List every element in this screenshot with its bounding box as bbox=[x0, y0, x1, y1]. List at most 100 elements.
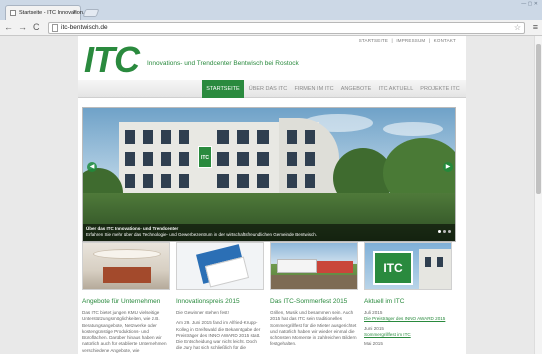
building-window bbox=[287, 152, 297, 166]
back-arrow-icon[interactable]: ← bbox=[4, 22, 13, 33]
close-tab-icon[interactable]: × bbox=[73, 7, 77, 18]
building-window bbox=[237, 152, 249, 166]
teaser-image[interactable] bbox=[270, 242, 358, 290]
building-window bbox=[179, 130, 189, 144]
ceiling-lights bbox=[93, 249, 161, 259]
top-link-separator: | bbox=[391, 38, 393, 43]
building-window bbox=[161, 174, 171, 188]
top-link-separator: | bbox=[428, 38, 431, 43]
building-window bbox=[287, 174, 297, 188]
festival-tent bbox=[277, 259, 317, 273]
building-window bbox=[237, 174, 249, 188]
building-window bbox=[257, 152, 269, 166]
top-link-startseite[interactable]: STARTSEITE bbox=[359, 38, 388, 43]
building-window bbox=[143, 174, 153, 188]
news-date: Mai 2015 bbox=[364, 341, 383, 347]
page-scrollbar[interactable] bbox=[534, 36, 542, 354]
browser-tab-strip: Startseite - ITC Innovation... × — ▢ ✕ bbox=[0, 0, 542, 20]
top-links: STARTSEITE | IMPRESSUM | KONTAKT bbox=[357, 38, 456, 43]
scrollbar-thumb[interactable] bbox=[536, 44, 541, 194]
nav-item-startseite[interactable]: STARTSEITE bbox=[202, 80, 244, 98]
itc-logo[interactable]: ITC bbox=[84, 42, 140, 78]
teaser-paragraph: Grillen, Musik und besammen sein. Auch 2… bbox=[270, 310, 357, 347]
teaser-paragraph: Die Gewinner stehen fest! bbox=[176, 310, 229, 315]
site-tagline: Innovations- und Trendcenter Bentwisch b… bbox=[147, 60, 299, 67]
teaser-title[interactable]: Innovationspreis 2015 bbox=[176, 298, 240, 305]
slider-dot[interactable] bbox=[443, 230, 446, 233]
teaser-image[interactable] bbox=[176, 242, 264, 290]
slider-dots bbox=[436, 220, 451, 238]
teaser-title[interactable]: Aktuell im ITC bbox=[364, 298, 404, 305]
building-window bbox=[179, 152, 189, 166]
browser-toolbar: ← → C itc-bentwisch.de ☆ ≡ bbox=[0, 20, 542, 36]
building-window bbox=[125, 152, 135, 166]
building-image bbox=[419, 249, 451, 289]
building-window bbox=[179, 174, 189, 188]
teaser-paragraph: Am 29. Juni 2015 fand im Alfried-Krupp-K… bbox=[176, 320, 261, 351]
cloud bbox=[383, 122, 443, 136]
slider-dot[interactable] bbox=[438, 230, 441, 233]
building-window bbox=[217, 152, 229, 166]
news-link[interactable]: Sommergrillfest im ITC bbox=[364, 332, 452, 338]
building-window bbox=[237, 130, 249, 144]
forward-arrow-icon[interactable]: → bbox=[18, 22, 27, 33]
top-link-kontakt[interactable]: KONTAKT bbox=[434, 38, 456, 43]
building-window bbox=[305, 174, 315, 188]
building-window bbox=[217, 130, 229, 144]
building-window bbox=[143, 130, 153, 144]
building-window bbox=[425, 257, 431, 267]
slider-caption: Über das ITC Innovations- und Trendcente… bbox=[83, 224, 455, 241]
building-window bbox=[257, 130, 269, 144]
slider-next-arrow-icon[interactable]: ▶ bbox=[443, 162, 453, 172]
building-window bbox=[437, 257, 443, 267]
hero-slider[interactable]: ITC ◀ ▶ Über das ITC Innovations- und Tr… bbox=[82, 107, 456, 242]
teaser-text: Das ITC bietet jungen KMU vielseitige Un… bbox=[82, 310, 170, 354]
building-window bbox=[287, 130, 297, 144]
url-text[interactable]: itc-bentwisch.de bbox=[61, 23, 108, 33]
building-window bbox=[217, 174, 229, 188]
nav-item-angebote[interactable]: ANGEBOTE bbox=[338, 80, 374, 98]
building-window bbox=[305, 130, 315, 144]
browser-tab[interactable]: Startseite - ITC Innovation... × bbox=[5, 5, 87, 20]
main-navigation: STARTSEITE ÜBER DAS ITC FIRMEN IM ITC AN… bbox=[78, 80, 466, 98]
crowd bbox=[271, 275, 357, 289]
building-window bbox=[161, 130, 171, 144]
top-link-impressum[interactable]: IMPRESSUM bbox=[396, 38, 425, 43]
address-bar[interactable]: itc-bentwisch.de ☆ bbox=[48, 22, 525, 34]
teaser-image[interactable] bbox=[82, 242, 170, 290]
itc-sign: ITC bbox=[373, 251, 413, 285]
festival-tent-red bbox=[317, 261, 353, 273]
teaser-image[interactable]: ITC bbox=[364, 242, 452, 290]
building-window bbox=[143, 152, 153, 166]
site-content: STARTSEITE | IMPRESSUM | KONTAKT ITC Inn… bbox=[78, 36, 466, 354]
teaser-title[interactable]: Angebote für Unternehmen bbox=[82, 298, 160, 305]
caption-text: Erfahren Sie mehr über das Technologie- … bbox=[86, 232, 318, 237]
building-window bbox=[125, 174, 135, 188]
nav-item-itc-aktuell[interactable]: ITC AKTUELL bbox=[376, 80, 416, 98]
menu-icon[interactable]: ≡ bbox=[533, 22, 538, 33]
teaser-text: Grillen, Musik und besammen sein. Auch 2… bbox=[270, 310, 358, 352]
tab-title: Startseite - ITC Innovation... bbox=[19, 10, 88, 16]
new-tab-button[interactable] bbox=[82, 9, 100, 17]
nav-item-projekte-itc[interactable]: PROJEKTE ITC bbox=[418, 80, 462, 98]
news-list: Juli 2015 Die Preisträger des INNO AWARD… bbox=[364, 310, 452, 347]
window-controls[interactable]: — ▢ ✕ bbox=[521, 1, 538, 7]
building-window bbox=[125, 130, 135, 144]
teaser-text: Die Gewinner stehen fest! Am 29. Juni 20… bbox=[176, 310, 264, 354]
slider-dot[interactable] bbox=[448, 230, 451, 233]
page-icon bbox=[10, 10, 16, 16]
news-link[interactable]: Die Preisträger des INNO AWARD 2015 bbox=[364, 316, 452, 322]
building-window bbox=[257, 174, 269, 188]
page-viewport: STARTSEITE | IMPRESSUM | KONTAKT ITC Inn… bbox=[0, 36, 542, 354]
teaser-paragraph: Das ITC bietet jungen KMU vielseitige Un… bbox=[82, 310, 167, 353]
bookmark-star-icon[interactable]: ☆ bbox=[514, 23, 521, 33]
building-window bbox=[161, 152, 171, 166]
nav-item-ueber-das-itc[interactable]: ÜBER DAS ITC bbox=[246, 80, 290, 98]
itc-sign: ITC bbox=[198, 146, 212, 168]
reload-icon[interactable]: C bbox=[33, 22, 40, 33]
nav-item-firmen-im-itc[interactable]: FIRMEN IM ITC bbox=[292, 80, 336, 98]
teaser-title[interactable]: Das ITC-Sommerfest 2015 bbox=[270, 298, 347, 305]
slider-prev-arrow-icon[interactable]: ◀ bbox=[87, 162, 97, 172]
page-icon bbox=[52, 24, 58, 32]
building-window bbox=[305, 152, 315, 166]
